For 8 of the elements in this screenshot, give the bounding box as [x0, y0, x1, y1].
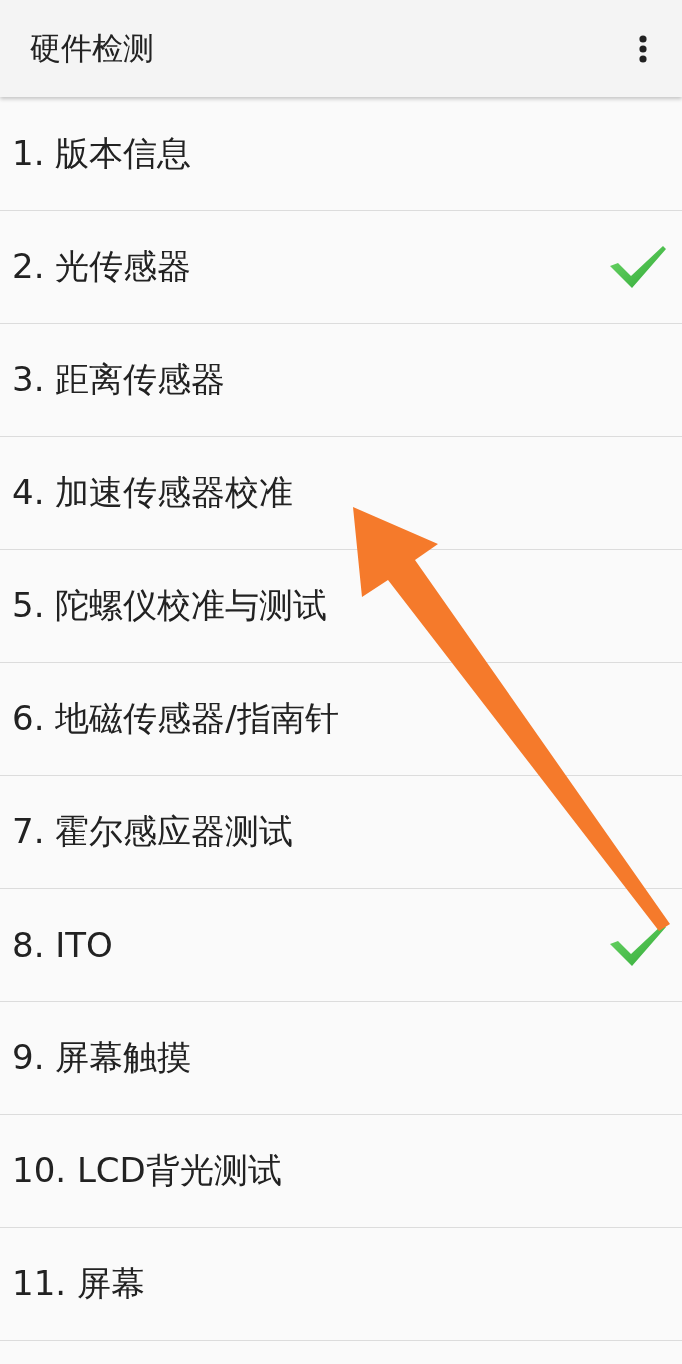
test-list-item[interactable]: 1. 版本信息: [0, 98, 682, 211]
test-list-item[interactable]: 3. 距离传感器: [0, 324, 682, 437]
more-options-icon: [639, 34, 647, 63]
test-list-item[interactable]: 11. 屏幕: [0, 1228, 682, 1341]
test-list-item[interactable]: 2. 光传感器: [0, 211, 682, 324]
app-bar-title: 硬件检测: [30, 29, 154, 68]
test-list-item[interactable]: 9. 屏幕触摸: [0, 1002, 682, 1115]
test-list-item[interactable]: 10. LCD背光测试: [0, 1115, 682, 1228]
